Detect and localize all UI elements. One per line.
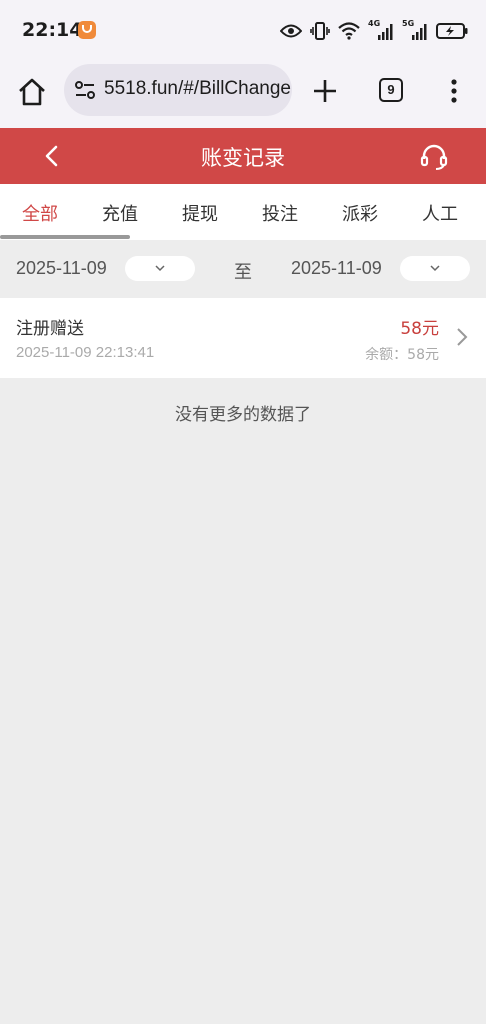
chevron-down-icon [155,265,165,272]
tab-recharge[interactable]: 充值 [102,200,138,226]
record-balance: 余额：58元 [365,347,439,363]
system-icons: 4G 5G [280,17,468,45]
page-title: 账变记录 [201,146,285,170]
signal-bars-icon [378,24,393,40]
browser-toolbar: 5518.fun/#/BillChange 9 [0,62,486,128]
tab-withdraw[interactable]: 提现 [182,200,218,226]
end-date-dropdown[interactable] [400,256,470,281]
tab-switcher-button[interactable]: 9 [379,78,403,102]
tab-bet[interactable]: 投注 [262,200,298,226]
eye-icon [280,24,302,38]
date-separator: 至 [234,262,252,283]
signal-bars-icon [412,24,427,40]
signal-5g: 5G [402,19,428,41]
more-menu-icon[interactable] [444,76,464,106]
status-bar: 22:14 4G 5G [0,0,486,62]
no-more-data-text: 没有更多的数据了 [175,405,311,425]
record-time: 2025-11-09 22:13:41 [16,344,155,361]
list-item[interactable]: 注册赠送 2025-11-09 22:13:41 58元 余额：58元 [0,298,486,378]
signal-4g: 4G [368,19,394,41]
end-date[interactable]: 2025-11-09 [291,258,382,279]
record-amount: 58元 [400,319,439,339]
site-settings-icon[interactable] [74,79,96,101]
chevron-down-icon [430,265,440,272]
vibrate-icon [310,22,330,40]
wifi-icon [338,22,360,40]
url-text[interactable]: 5518.fun/#/BillChange [104,78,292,100]
battery-charging-icon [436,23,468,39]
start-date-dropdown[interactable] [125,256,195,281]
status-time: 22:14 [22,19,83,41]
date-filter: 2025-11-09 至 2025-11-09 [0,240,486,298]
home-icon[interactable] [16,76,48,108]
record-title: 注册赠送 [16,319,84,339]
tab-payout[interactable]: 派彩 [342,200,378,226]
page-header: 账变记录 [0,128,486,184]
tab-indicator [0,235,130,239]
start-date[interactable]: 2025-11-09 [16,258,107,279]
notification-app-icon [78,21,96,39]
tab-manual[interactable]: 人工 [422,200,458,226]
category-tabs: 全部 充值 提现 投注 派彩 人工 [0,184,486,240]
address-bar[interactable]: 5518.fun/#/BillChange [64,64,292,116]
new-tab-icon[interactable] [310,76,340,106]
chevron-right-icon [457,328,468,346]
tab-all[interactable]: 全部 [22,200,58,226]
customer-service-icon[interactable] [418,141,450,173]
